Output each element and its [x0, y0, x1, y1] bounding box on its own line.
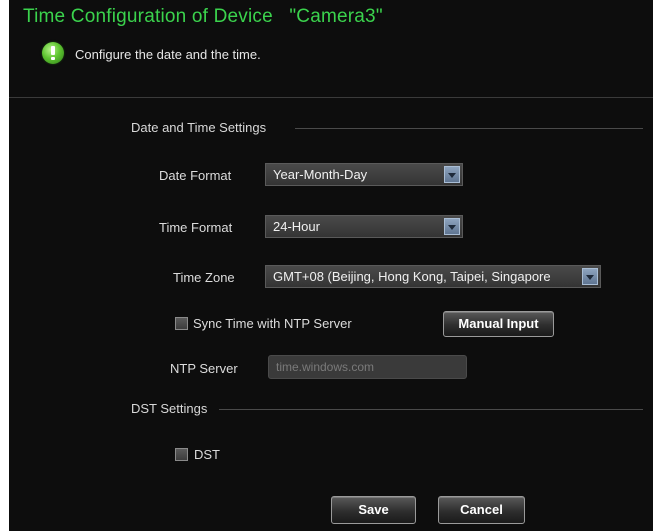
- ntp-server-label: NTP Server: [170, 361, 238, 376]
- time-zone-value: GMT+08 (Beijing, Hong Kong, Taipei, Sing…: [273, 269, 551, 284]
- date-format-select[interactable]: Year-Month-Day: [265, 163, 463, 186]
- time-config-dialog: Time Configuration of Device "Camera3" C…: [9, 0, 653, 531]
- cancel-button[interactable]: Cancel: [438, 496, 525, 524]
- time-format-value: 24-Hour: [273, 219, 320, 234]
- chevron-down-icon[interactable]: [582, 268, 598, 285]
- info-icon: [42, 42, 64, 64]
- manual-input-button[interactable]: Manual Input: [443, 311, 554, 337]
- date-format-value: Year-Month-Day: [273, 167, 368, 182]
- header-divider: [9, 97, 653, 98]
- dst-label[interactable]: DST: [194, 447, 220, 462]
- date-format-label: Date Format: [159, 168, 232, 183]
- dst-section-label: DST Settings: [131, 401, 208, 416]
- chevron-down-icon[interactable]: [444, 166, 460, 183]
- dialog-title: Time Configuration of Device "Camera3": [23, 6, 383, 27]
- dst-checkbox[interactable]: [175, 448, 188, 461]
- time-zone-label: Time Zone: [173, 270, 235, 285]
- dst-section-divider: [219, 409, 643, 410]
- sync-ntp-label[interactable]: Sync Time with NTP Server: [193, 316, 352, 331]
- date-time-section-divider: [295, 128, 643, 129]
- time-format-select[interactable]: 24-Hour: [265, 215, 463, 238]
- dialog-subtitle: Configure the date and the time.: [75, 47, 261, 62]
- ntp-server-input[interactable]: [268, 355, 467, 379]
- sync-ntp-checkbox[interactable]: [175, 317, 188, 330]
- save-button[interactable]: Save: [331, 496, 416, 524]
- time-format-label: Time Format: [159, 220, 233, 235]
- chevron-down-icon[interactable]: [444, 218, 460, 235]
- time-zone-select[interactable]: GMT+08 (Beijing, Hong Kong, Taipei, Sing…: [265, 265, 601, 288]
- date-time-section-label: Date and Time Settings: [131, 120, 267, 135]
